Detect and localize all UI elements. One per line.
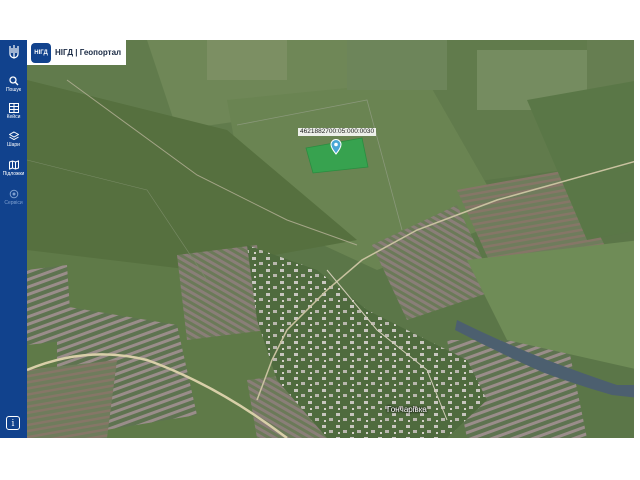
grid-icon	[8, 103, 19, 113]
app-title: НІГД | Геопортал	[55, 48, 122, 57]
sidebar-item-services[interactable]: Сервіси	[0, 189, 27, 206]
search-icon	[8, 76, 18, 86]
sidebar-item-cases[interactable]: Кейси	[0, 103, 27, 120]
right-edge-panel	[634, 40, 640, 438]
satellite-imagery	[27, 40, 640, 438]
services-icon	[9, 189, 18, 199]
sidebar: Пошук Кейси Шари Підложки Сервіси i	[0, 40, 27, 438]
parcel-cadastral-label[interactable]: 4621882700:05:000:0030	[298, 128, 377, 136]
map-canvas[interactable]: 4621882700:05:000:0030 Гончарівка	[27, 40, 640, 438]
app-header: НІГД НІГД | Геопортал	[27, 40, 126, 65]
sidebar-item-layers[interactable]: Шари	[0, 131, 27, 148]
village-name-label: Гончарівка	[387, 405, 427, 414]
location-pin-icon[interactable]	[330, 139, 342, 160]
app-logo[interactable]: НІГД	[31, 42, 51, 63]
sidebar-item-search[interactable]: Пошук	[0, 76, 27, 93]
info-button[interactable]: i	[6, 416, 20, 430]
sidebar-item-basemaps[interactable]: Підложки	[0, 160, 27, 177]
sidebar-item-label: Підложки	[2, 171, 25, 177]
sidebar-item-label: Шари	[7, 142, 20, 148]
layers-icon	[8, 131, 19, 141]
info-icon: i	[11, 419, 15, 429]
map-icon	[8, 160, 19, 170]
sidebar-item-label: Пошук	[5, 87, 22, 93]
logo-text: НІГД	[34, 49, 48, 56]
coat-of-arms-icon[interactable]	[0, 44, 27, 60]
sidebar-item-label: Кейси	[6, 114, 21, 120]
app-frame: Пошук Кейси Шари Підложки Сервіси i 4621…	[0, 40, 640, 438]
sidebar-item-label: Сервіси	[4, 200, 23, 206]
